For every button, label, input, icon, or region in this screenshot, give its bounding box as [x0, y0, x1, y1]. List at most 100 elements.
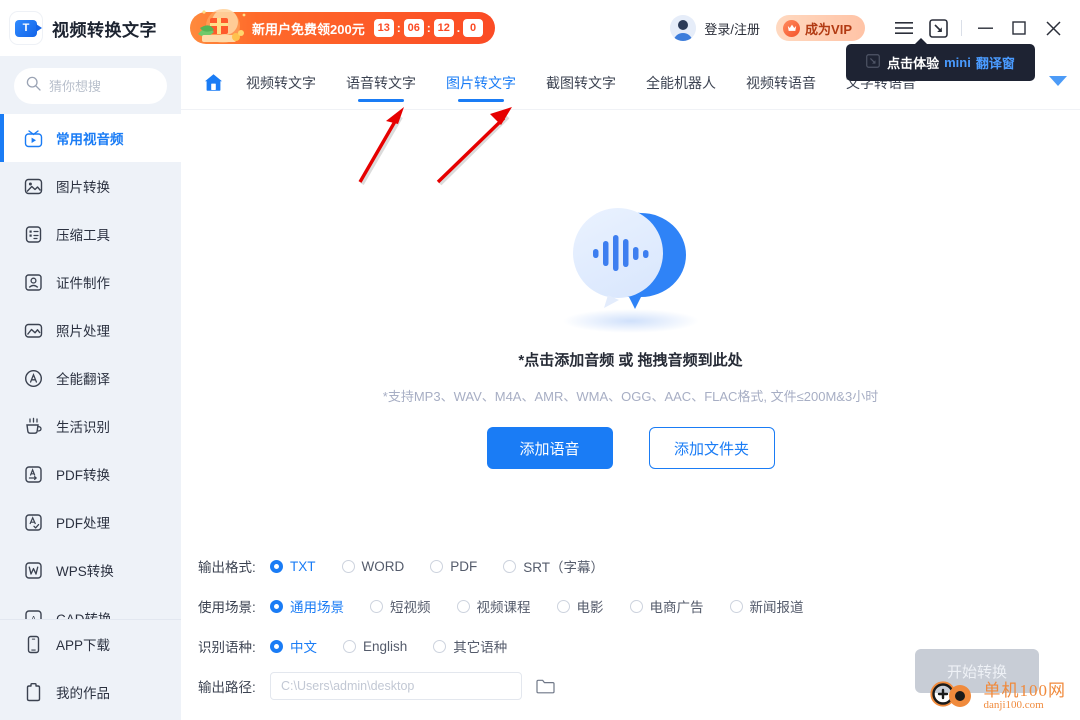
- photo-edit-icon: [22, 319, 44, 341]
- output-path-label: 输出路径:: [198, 680, 256, 695]
- sidebar-item-appxiazai[interactable]: APP下载: [0, 620, 181, 668]
- mini-window-icon: [866, 54, 880, 71]
- sidebar-item-wpszhuanhuan[interactable]: WPS转换: [0, 546, 181, 594]
- pdf-convert-icon: [22, 463, 44, 485]
- sidebar-item-label: 照片处理: [56, 324, 110, 339]
- search-box[interactable]: [14, 68, 167, 104]
- radio-label: 电商广告: [649, 600, 704, 615]
- pdf-edit-icon: [22, 511, 44, 533]
- audio-drop-zone[interactable]: *点击添加音频 或 拖拽音频到此处 *支持MP3、WAV、M4A、AMR、WMA…: [181, 110, 1080, 546]
- sidebar-item-zhengjianzhizuo[interactable]: 证件制作: [0, 258, 181, 306]
- sidebar-item-label: 证件制作: [56, 276, 110, 291]
- countdown-hours: 13: [373, 19, 394, 37]
- sidebar-item-label: 我的作品: [56, 686, 110, 701]
- tab-quannengjiqiren[interactable]: 全能机器人: [631, 56, 731, 110]
- sidebar-item-cadzhuanhuan[interactable]: A CAD转换: [0, 594, 181, 619]
- clipboard-icon: [22, 681, 44, 703]
- radio-scene-general[interactable]: 通用场景: [270, 596, 344, 616]
- mini-translate-tooltip: 点击体验 mini 翻译窗: [846, 38, 1035, 81]
- sidebar-item-label: 生活识别: [56, 420, 110, 435]
- minimize-icon[interactable]: [968, 11, 1002, 45]
- maximize-icon[interactable]: [1002, 11, 1036, 45]
- radio-dot: [370, 599, 383, 613]
- add-folder-button[interactable]: 添加文件夹: [648, 427, 775, 469]
- countdown-seconds: 12: [433, 19, 454, 37]
- radio-language-chinese[interactable]: 中文: [270, 636, 317, 656]
- tab-label: 视频转文字: [246, 74, 316, 91]
- tab-label: 图片转文字: [446, 74, 516, 91]
- crown-icon: [783, 19, 801, 37]
- radio-format-srt[interactable]: SRT（字幕）: [503, 556, 604, 576]
- tooltip-text-suffix: 翻译窗: [975, 56, 1015, 71]
- radio-scene-shortvideo[interactable]: 短视频: [370, 596, 431, 616]
- tab-jietuzhuanwenzi[interactable]: 截图转文字: [531, 56, 631, 110]
- folder-icon[interactable]: [536, 678, 555, 695]
- radio-label: TXT: [290, 558, 316, 574]
- translate-icon: [22, 367, 44, 389]
- sidebar-item-shenghuoshibie[interactable]: 生活识别: [0, 402, 181, 450]
- radio-format-pdf[interactable]: PDF: [430, 559, 477, 574]
- sidebar-item-tupianzhuanhuan[interactable]: 图片转换: [0, 162, 181, 210]
- promo-text: 新用户免费领200元: [252, 21, 365, 37]
- sidebar-item-yasuogongju[interactable]: 压缩工具: [0, 210, 181, 258]
- search-icon: [26, 76, 41, 96]
- search-input[interactable]: [49, 78, 155, 94]
- add-audio-button[interactable]: 添加语音: [486, 427, 613, 469]
- account-area[interactable]: 登录/注册: [670, 15, 760, 41]
- radio-language-english[interactable]: English: [343, 639, 407, 654]
- content-area: *点击添加音频 或 拖拽音频到此处 *支持MP3、WAV、M4A、AMR、WMA…: [181, 110, 1080, 720]
- radio-dot: [341, 559, 355, 573]
- close-icon[interactable]: [1036, 11, 1070, 45]
- user-avatar-icon: [670, 15, 697, 41]
- sidebar-item-changyongshiyinpin[interactable]: 常用视音频: [0, 114, 181, 162]
- tab-shipinzhuanyuyin[interactable]: 视频转语音: [731, 56, 831, 110]
- tab-shipinzhuanwenzi[interactable]: 视频转文字: [231, 56, 331, 110]
- radio-scene-news[interactable]: 新闻报道: [729, 596, 804, 616]
- radio-label: PDF: [450, 558, 478, 574]
- sidebar-item-pdfzhuanhuan[interactable]: PDF转换: [0, 450, 181, 498]
- tab-yuyinzhuanwenzi[interactable]: 语音转文字: [331, 56, 431, 110]
- countdown-sep-1: :: [396, 21, 401, 35]
- radio-scene-movie[interactable]: 电影: [556, 596, 604, 616]
- countdown-minutes: 06: [403, 19, 424, 37]
- sidebar-item-wodezuopin[interactable]: 我的作品: [0, 668, 181, 716]
- tab-tupianzhuanwenzi[interactable]: 图片转文字: [431, 56, 531, 110]
- cup-icon: [22, 415, 44, 437]
- drop-zone-subtitle: *支持MP3、WAV、M4A、AMR、WMA、OGG、AAC、FLAC格式, 文…: [382, 389, 879, 404]
- radio-dot: [343, 639, 356, 653]
- sidebar-bottom-section: APP下载 我的作品: [0, 619, 181, 720]
- radio-language-other[interactable]: 其它语种: [433, 636, 507, 656]
- radio-scene-course[interactable]: 视频课程: [456, 596, 531, 616]
- tab-label: 截图转文字: [546, 74, 616, 91]
- main-panel: 视频转文字 语音转文字 图片转文字 截图转文字 全能机器人 视频转语音 文字转语…: [181, 56, 1080, 720]
- radio-label: 电影: [576, 600, 604, 615]
- promo-banner[interactable]: 新用户免费领200元 13 : 06 : 12 . 0: [190, 9, 496, 44]
- sidebar-item-pdfchuli[interactable]: PDF处理: [0, 498, 181, 546]
- radio-format-word[interactable]: WORD: [341, 559, 404, 574]
- watermark-text: 单机100网 danji100.com: [983, 681, 1067, 711]
- radio-scene-ecommerce[interactable]: 电商广告: [629, 596, 704, 616]
- sidebar-item-zhaopianchuli[interactable]: 照片处理: [0, 306, 181, 354]
- sidebar-item-label: 全能翻译: [56, 372, 110, 387]
- watermark: 单机100网 danji100.com: [926, 677, 1067, 716]
- home-icon[interactable]: [195, 72, 231, 93]
- scene-label: 使用场景:: [198, 600, 256, 615]
- watermark-site-en: danji100.com: [983, 698, 1044, 711]
- app-brand: T 视频转换文字: [0, 12, 181, 44]
- compress-icon: [22, 223, 44, 245]
- radio-dot: [270, 559, 283, 573]
- sidebar-item-quannengfanyi[interactable]: 全能翻译: [0, 354, 181, 402]
- id-card-icon: [22, 271, 44, 293]
- chevron-down-icon[interactable]: [1048, 74, 1068, 92]
- video-text-logo-icon: T: [10, 12, 42, 44]
- become-vip-button[interactable]: 成为VIP: [776, 15, 865, 41]
- radio-dot: [433, 639, 447, 653]
- radio-dot: [430, 559, 444, 573]
- search-wrapper: [0, 56, 181, 114]
- output-path-input[interactable]: [270, 672, 522, 700]
- radio-format-txt[interactable]: TXT: [270, 559, 316, 574]
- tooltip-text-prefix: 点击体验: [887, 56, 940, 71]
- app-window: T 视频转换文字 新用户免费领200元 13 : 06: 12 . 0 登录/…: [0, 0, 1080, 720]
- tv-play-icon: [22, 127, 44, 149]
- sidebar-item-label: PDF转换: [56, 468, 110, 483]
